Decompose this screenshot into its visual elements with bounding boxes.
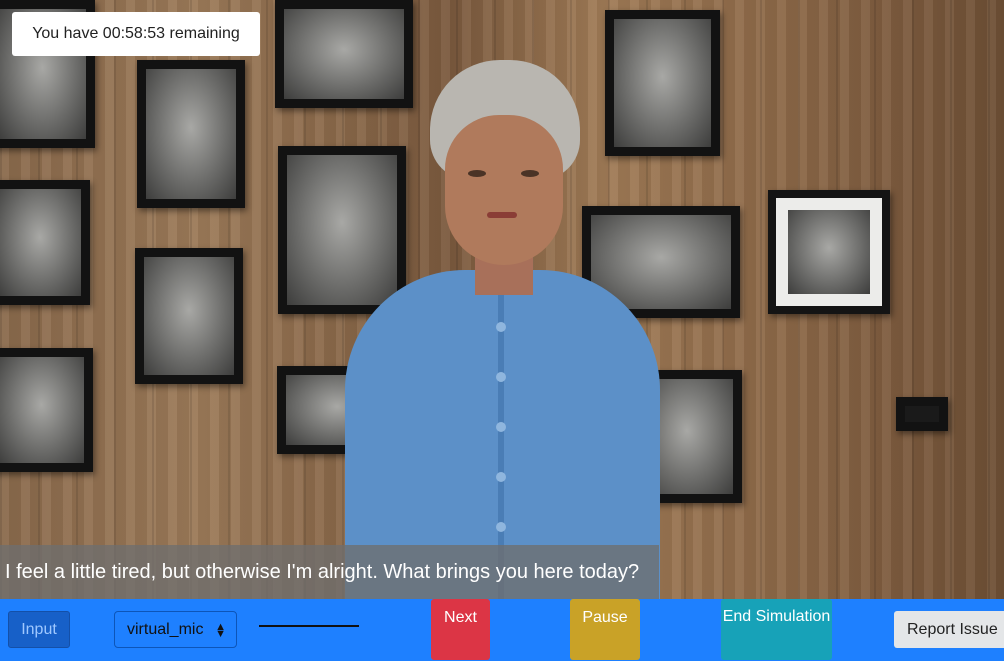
patient-dialogue-caption: I feel a little tired, but otherwise I'm… xyxy=(0,545,659,599)
end-simulation-button[interactable]: End Simulation xyxy=(721,599,832,660)
wall-photo-frame xyxy=(0,348,93,472)
select-updown-icon: ▲ ▼ xyxy=(215,621,226,640)
pause-button[interactable]: Pause xyxy=(570,599,640,660)
wall-photo-frame xyxy=(768,190,890,314)
wall-photo-frame xyxy=(896,397,948,431)
time-remaining-banner: You have 00:58:53 remaining xyxy=(12,12,260,56)
control-bar: Input virtual_mic ▲ ▼ Next Pause End Simu… xyxy=(0,599,1004,661)
simulation-scene xyxy=(0,0,1004,600)
report-issue-button[interactable]: Report Issue xyxy=(894,611,1004,648)
audio-level-meter xyxy=(259,625,359,627)
wall-photo-frame xyxy=(137,60,245,208)
patient-avatar xyxy=(345,60,660,600)
input-button[interactable]: Input xyxy=(8,611,70,648)
wall-photo-frame xyxy=(135,248,243,384)
microphone-select-value: virtual_mic xyxy=(127,620,204,638)
wall-photo-frame xyxy=(0,180,90,305)
next-button[interactable]: Next xyxy=(431,599,490,660)
microphone-select[interactable]: virtual_mic ▲ ▼ xyxy=(114,611,237,648)
